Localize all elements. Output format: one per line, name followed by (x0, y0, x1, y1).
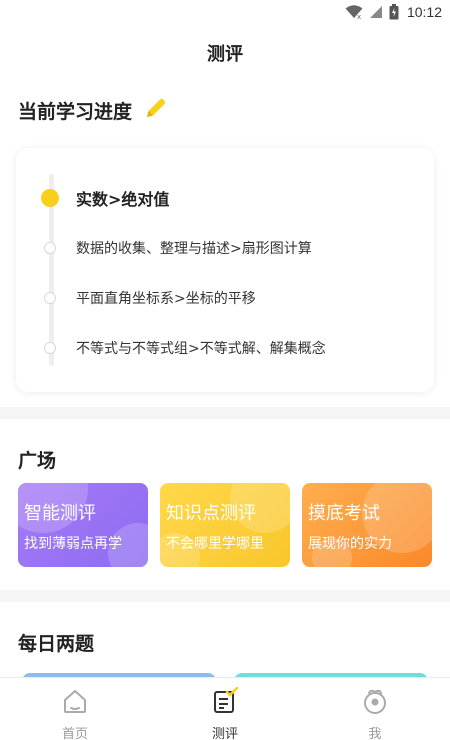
progress-title: 当前学习进度 (18, 100, 133, 123)
card-subtitle: 展现你的实力 (308, 536, 392, 552)
nav-assessment[interactable]: 测评 (150, 678, 300, 740)
card-subtitle: 不会哪里学哪里 (166, 536, 264, 552)
progress-item-label: 不等式与不等式组>不等式解、解集概念 (76, 341, 326, 357)
placement-exam-card[interactable]: 摸底考试 展现你的实力 (302, 483, 432, 567)
pencil-icon[interactable] (144, 96, 168, 124)
progress-item[interactable]: 平面直角坐标系>坐标的平移 (16, 286, 434, 310)
progress-item[interactable]: 数据的收集、整理与描述>扇形图计算 (16, 236, 434, 260)
status-time: 10:12 (406, 4, 442, 20)
nav-label: 测评 (211, 727, 238, 740)
wifi-icon: x (345, 5, 363, 19)
dot-icon (44, 242, 56, 254)
nav-label: 首页 (61, 727, 88, 740)
progress-heading: 当前学习进度 (18, 96, 168, 124)
progress-section: 当前学习进度 实数>绝对值 数据的收集、整理与描述>扇形图计算 平面直角坐标系>… (0, 82, 450, 407)
progress-item[interactable]: 实数>绝对值 (16, 186, 434, 210)
section-divider (0, 590, 450, 602)
assessment-icon (211, 686, 239, 719)
progress-item[interactable]: 不等式与不等式组>不等式解、解集概念 (16, 336, 434, 360)
plaza-title: 广场 (18, 450, 57, 472)
battery-icon (389, 4, 399, 20)
dot-icon (44, 342, 56, 354)
dot-icon (44, 292, 56, 304)
nav-label: 我 (368, 727, 382, 740)
bottom-nav: 首页 测评 我 (0, 677, 450, 740)
smart-assessment-card[interactable]: 智能测评 找到薄弱点再学 (18, 483, 148, 567)
nav-profile[interactable]: 我 (300, 678, 450, 740)
section-divider (0, 407, 450, 419)
profile-icon (361, 687, 389, 719)
card-title: 知识点测评 (166, 503, 256, 524)
card-title: 智能测评 (24, 503, 96, 524)
daily-title: 每日两题 (18, 633, 95, 655)
app-header: 测评 (0, 24, 450, 82)
progress-item-label: 平面直角坐标系>坐标的平移 (76, 291, 256, 307)
card-subtitle: 找到薄弱点再学 (24, 536, 122, 552)
status-bar: x 10:12 (0, 0, 450, 24)
knowledge-assessment-card[interactable]: 知识点测评 不会哪里学哪里 (160, 483, 290, 567)
svg-text:x: x (357, 13, 361, 19)
progress-item-label: 数据的收集、整理与描述>扇形图计算 (76, 241, 312, 257)
page-title: 测评 (207, 44, 243, 65)
current-dot-icon (41, 189, 59, 207)
card-title: 摸底考试 (308, 503, 380, 524)
progress-card: 实数>绝对值 数据的收集、整理与描述>扇形图计算 平面直角坐标系>坐标的平移 不… (16, 148, 434, 392)
progress-item-label: 实数>绝对值 (76, 190, 170, 209)
home-icon (61, 687, 89, 719)
signal-icon (369, 5, 383, 19)
nav-home[interactable]: 首页 (0, 678, 150, 740)
